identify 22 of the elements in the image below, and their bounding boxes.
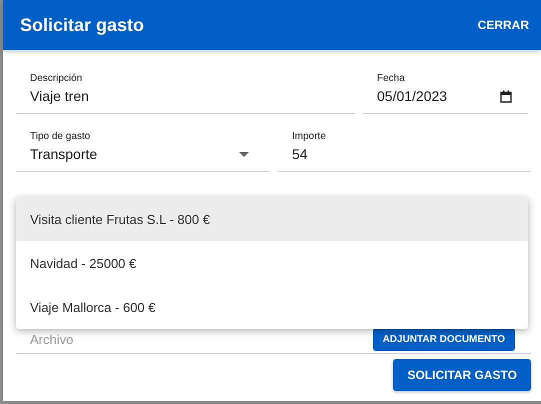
caret-icon[interactable] — [239, 152, 249, 156]
close-button[interactable]: CERRAR — [478, 14, 529, 36]
file-label: Archivo — [30, 332, 74, 346]
field-label: Fecha — [377, 72, 406, 85]
input-field[interactable]: Descripción Viaje tren — [16, 72, 355, 114]
field-value: 54 — [292, 145, 308, 164]
menu-option[interactable]: Viaje Mallorca - 600 € — [16, 285, 528, 329]
field-label: Descripción — [30, 72, 84, 85]
field-value: Transporte — [30, 145, 98, 164]
field-value: Viaje tren — [30, 87, 89, 106]
dialog-title: Solicitar gasto — [20, 14, 144, 36]
attach-button[interactable]: ADJUNTAR DOCUMENTO — [372, 328, 515, 350]
select-field[interactable]: Tipo de gasto Transporte — [16, 130, 269, 172]
field-value: 05/01/2023 — [377, 87, 448, 106]
calendar-icon[interactable] — [500, 90, 512, 102]
menu-option[interactable]: Navidad - 25000 € — [16, 241, 528, 285]
menu-option[interactable]: Visita cliente Frutas S.L - 800 € — [16, 197, 528, 241]
submit-button[interactable]: SOLICITAR GASTO — [393, 359, 531, 391]
input-field[interactable]: Importe 54 — [278, 130, 531, 172]
field-label: Tipo de gasto — [30, 130, 92, 143]
field-label: Importe — [292, 130, 327, 143]
date-field[interactable]: Fecha 05/01/2023 — [363, 72, 528, 114]
